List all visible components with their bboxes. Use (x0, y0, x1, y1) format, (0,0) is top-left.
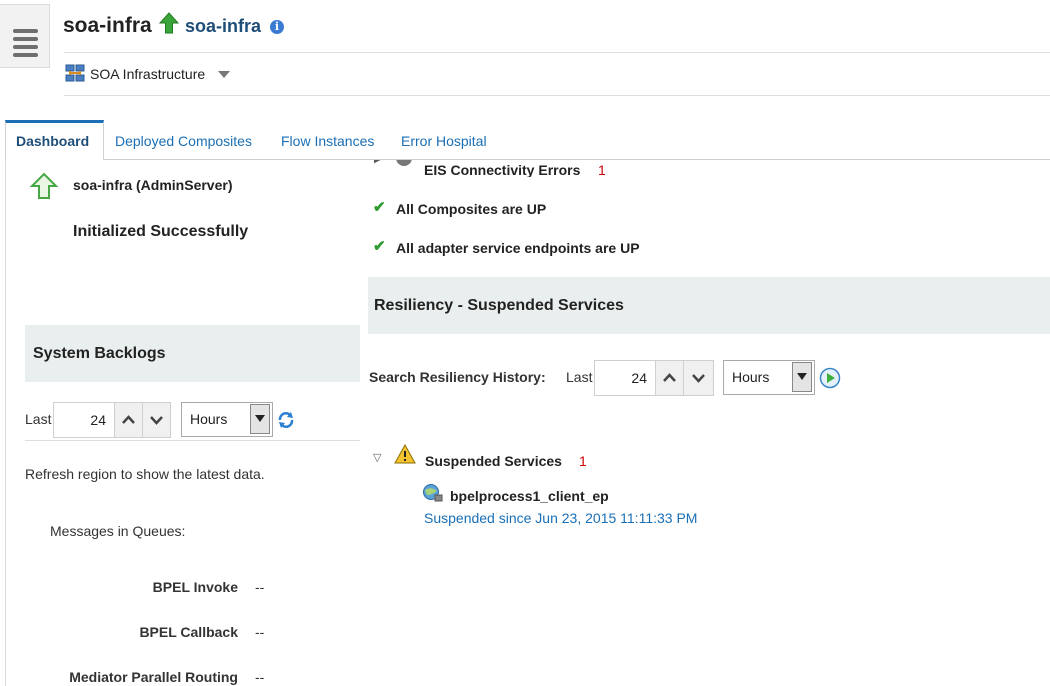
header-divider (64, 52, 1050, 53)
soa-infrastructure-icon (65, 64, 85, 82)
resiliency-header: Resiliency - Suspended Services (368, 277, 1050, 334)
expand-triangle-icon[interactable]: ▶ (374, 160, 382, 165)
chevron-down-icon[interactable] (218, 71, 230, 78)
page-title: soa-infra (63, 14, 152, 37)
chevron-up-icon (663, 373, 676, 382)
backlogs-period-input[interactable]: 24 (53, 402, 115, 438)
go-search-icon[interactable] (819, 367, 841, 389)
target-menu-label[interactable]: SOA Infrastructure (90, 66, 205, 82)
service-endpoint-icon (423, 484, 443, 502)
scrolled-status-row: ▶ EIS Connectivity Errors 1 (368, 160, 1050, 177)
check-icon: ✔ (373, 199, 386, 216)
warning-icon (394, 444, 416, 464)
server-status: Initialized Successfully (73, 223, 249, 240)
hamburger-icon-bar (13, 53, 38, 57)
queue-label-bpel-invoke: BPEL Invoke (152, 579, 238, 595)
suspended-since-text: Suspended since Jun 23, 2015 11:11:33 PM (424, 510, 698, 526)
chevron-down-icon[interactable] (250, 404, 270, 434)
queues-label: Messages in Queues: (50, 523, 186, 539)
resiliency-period-input[interactable]: 24 (594, 360, 656, 396)
error-icon (396, 160, 412, 166)
tab-deployed-composites[interactable]: Deployed Composites (115, 133, 252, 149)
collapse-triangle-icon[interactable]: ▽ (373, 451, 381, 464)
chevron-down-icon (150, 416, 163, 425)
refresh-icon[interactable] (277, 411, 295, 429)
decrement-button[interactable] (142, 402, 171, 438)
system-backlogs-title: System Backlogs (33, 345, 166, 362)
suspended-service-name[interactable]: bpelprocess1_client_ep (450, 488, 609, 504)
tab-flow-instances[interactable]: Flow Instances (281, 133, 374, 149)
resiliency-increment-button[interactable] (655, 360, 684, 396)
composites-status: All Composites are UP (396, 201, 547, 217)
tab-dashboard[interactable]: Dashboard (5, 120, 104, 160)
target-link[interactable]: soa-infra (185, 16, 261, 37)
queue-value-mediator: -- (255, 669, 265, 685)
queue-value-bpel-callback: -- (255, 624, 265, 640)
resiliency-unit-value: Hours (732, 369, 770, 385)
hamburger-icon (13, 29, 38, 33)
chevron-up-icon (122, 415, 135, 424)
resiliency-title: Resiliency - Suspended Services (374, 297, 624, 314)
resiliency-last-label: Last (566, 369, 593, 385)
backlogs-unit-value: Hours (190, 411, 228, 427)
suspended-services-label: Suspended Services (425, 453, 562, 469)
system-backlogs-header: System Backlogs (25, 325, 360, 382)
check-icon: ✔ (373, 238, 386, 255)
chevron-down-icon[interactable] (792, 362, 812, 392)
up-arrow-icon (159, 12, 179, 34)
queue-label-bpel-callback: BPEL Callback (139, 624, 238, 640)
resiliency-decrement-button[interactable] (683, 360, 714, 396)
increment-button[interactable] (114, 402, 143, 438)
tab-error-hospital[interactable]: Error Hospital (401, 133, 487, 149)
backlogs-last-label: Last (25, 411, 52, 427)
tab-dashboard-label: Dashboard (16, 133, 90, 149)
navigation-menu-button[interactable] (0, 4, 50, 68)
info-icon[interactable]: i (270, 20, 284, 34)
suspended-services-count: 1 (579, 453, 587, 469)
server-name: soa-infra (AdminServer) (73, 177, 233, 193)
eis-errors-label[interactable]: EIS Connectivity Errors (424, 162, 580, 177)
refresh-note: Refresh region to show the latest data. (25, 466, 265, 482)
server-up-icon (30, 172, 58, 199)
backlogs-divider (25, 440, 360, 441)
content-left-border (5, 160, 6, 686)
endpoints-status: All adapter service endpoints are UP (396, 240, 640, 256)
queue-label-mediator: Mediator Parallel Routing (69, 669, 238, 685)
chevron-down-icon (692, 374, 705, 383)
resiliency-search-label: Search Resiliency History: (369, 369, 546, 385)
hamburger-icon-bar (13, 37, 38, 41)
queue-value-bpel-invoke: -- (255, 579, 265, 595)
header-divider-2 (64, 95, 1050, 96)
hamburger-icon-bar (13, 45, 38, 49)
eis-errors-count: 1 (598, 162, 606, 177)
